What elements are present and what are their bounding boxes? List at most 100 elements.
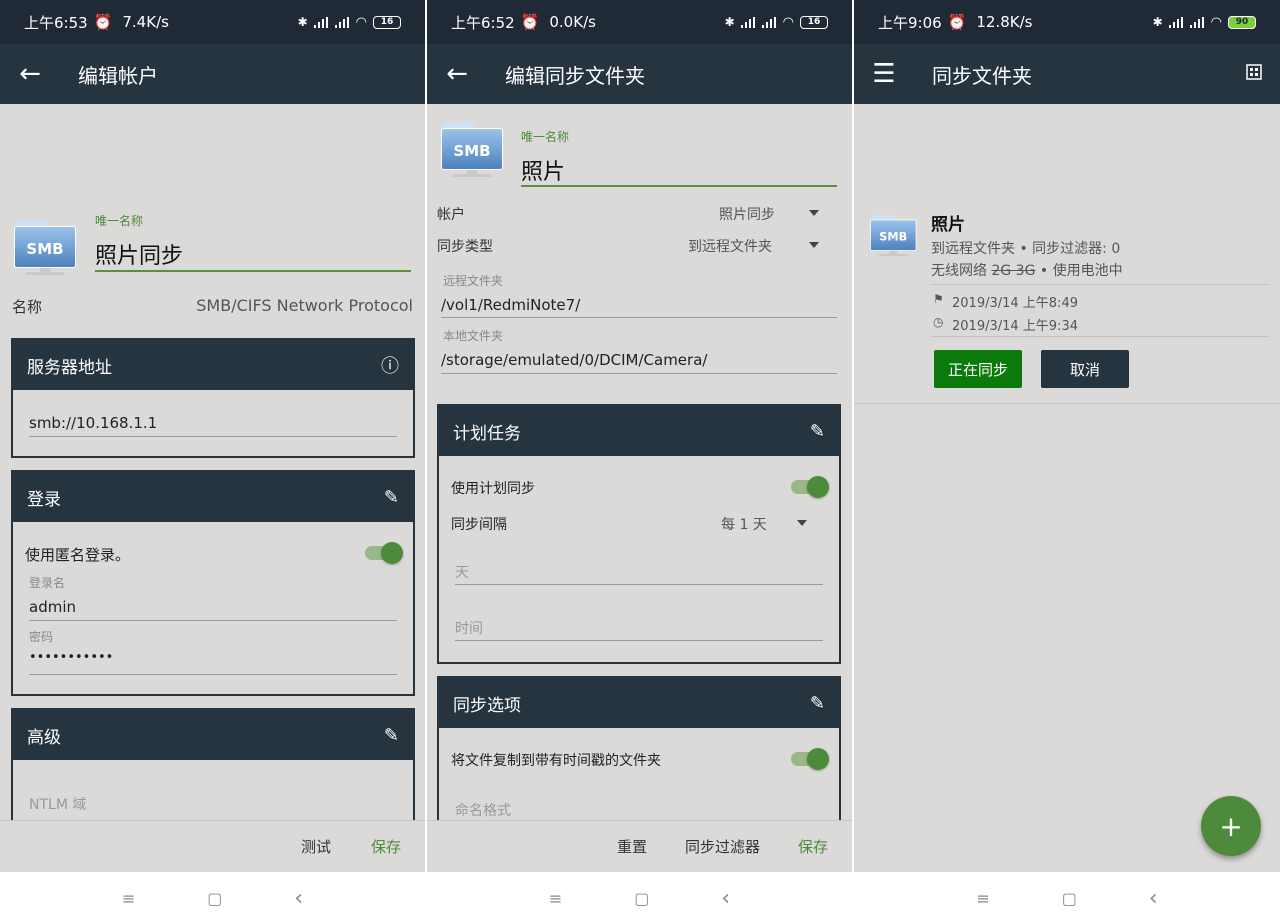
home-nav-icon[interactable]: ▢	[1062, 889, 1077, 908]
dropdown-arrow-icon[interactable]	[797, 520, 807, 526]
syncing-button[interactable]: 正在同步	[934, 350, 1022, 388]
save-button[interactable]: 保存	[798, 836, 828, 857]
signal-icon	[1168, 16, 1184, 28]
signal-icon-2	[1189, 16, 1205, 28]
network-speed: 7.4K/s	[122, 13, 169, 31]
signal-icon-2	[761, 16, 777, 28]
interval-dropdown[interactable]: 每 1 天	[721, 514, 767, 534]
back-nav-icon[interactable]: ‹	[294, 886, 303, 911]
page-title: 编辑帐户	[78, 63, 158, 88]
edit-pencil-icon[interactable]: ✎	[810, 421, 825, 442]
edit-pencil-icon[interactable]: ✎	[810, 693, 825, 714]
hamburger-menu-icon[interactable]: ☰	[854, 44, 914, 104]
home-nav-icon[interactable]: ▢	[634, 889, 649, 908]
save-button[interactable]: 保存	[371, 836, 401, 857]
smb-folder-icon: SMB	[441, 118, 503, 178]
dropdown-arrow-icon[interactable]	[809, 242, 819, 248]
back-nav-icon[interactable]: ‹	[1149, 886, 1158, 911]
alarm-icon: ⏰	[93, 13, 113, 31]
timestamp-folder-toggle[interactable]	[791, 748, 829, 770]
status-time: 上午6:52	[451, 13, 515, 32]
account-dropdown[interactable]: 照片同步	[719, 204, 775, 224]
menu-nav-icon[interactable]: ≡	[122, 889, 135, 908]
use-schedule-toggle[interactable]	[791, 476, 829, 498]
system-nav-bar: ≡ ▢ ‹	[0, 872, 425, 924]
back-arrow-icon[interactable]: ←	[0, 44, 60, 104]
app-toolbar: ☰ 同步文件夹	[854, 44, 1280, 104]
sync-folder-conditions: 无线网络 2G 3G • 使用电池中	[931, 263, 1123, 279]
battery-icon: 16	[800, 15, 828, 29]
bluetooth-icon: ✱	[297, 15, 308, 29]
timestamp-folder-label: 将文件复制到带有时间戳的文件夹	[451, 753, 661, 769]
status-bar: 上午6:53 ⏰ 7.4K/s ✱ ◠ 16	[0, 0, 425, 44]
page-title: 同步文件夹	[932, 63, 1032, 88]
menu-nav-icon[interactable]: ≡	[549, 889, 562, 908]
status-time: 上午9:06	[878, 13, 942, 32]
add-folder-fab[interactable]: +	[1201, 796, 1261, 856]
password-hint: 密码	[29, 630, 54, 644]
edit-sync-folder-screen: 上午6:52 ⏰ 0.0K/s ✱ ◠ 16 ← 编辑同步文件夹 SMB 唯一名…	[427, 0, 852, 924]
password-input[interactable]: •••••••••••	[29, 650, 113, 665]
account-label: 帐户	[437, 207, 465, 223]
edit-pencil-icon[interactable]: ✎	[384, 725, 399, 746]
local-folder-input[interactable]: /storage/emulated/0/DCIM/Camera/	[441, 351, 707, 369]
clock-icon: ◷	[933, 315, 944, 329]
unique-name-input[interactable]: 照片同步	[95, 238, 183, 270]
anonymous-login-label: 使用匿名登录。	[25, 546, 131, 564]
edit-pencil-icon[interactable]: ✎	[384, 487, 399, 508]
edit-account-content: SMB 唯一名称 照片同步 名称 SMB/CIFS Network Protoc…	[0, 104, 425, 820]
local-folder-underline	[441, 373, 837, 374]
dropdown-arrow-icon[interactable]	[809, 210, 819, 216]
naming-format-input[interactable]: 命名格式	[455, 800, 511, 820]
action-bar: 重置 同步过滤器 保存	[427, 820, 852, 872]
back-nav-icon[interactable]: ‹	[721, 886, 730, 911]
bluetooth-icon: ✱	[1152, 15, 1163, 29]
schedule-title: 计划任务	[453, 423, 521, 444]
help-icon[interactable]: ⓘ	[381, 352, 399, 378]
wifi-icon: ◠	[1210, 14, 1222, 30]
day-underline	[455, 584, 823, 585]
grid-view-icon[interactable]	[1246, 64, 1262, 84]
unique-name-underline	[521, 185, 837, 187]
item-divider-2	[931, 336, 1269, 337]
test-button[interactable]: 测试	[301, 836, 331, 857]
unique-name-input[interactable]: 照片	[521, 154, 565, 186]
username-input[interactable]: admin	[29, 598, 76, 616]
next-sync-time: 2019/3/14 上午9:34	[952, 319, 1078, 334]
name-label: 名称	[12, 298, 43, 316]
advanced-card: 高级 ✎ NTLM 域	[11, 708, 415, 820]
battery-icon: 16	[373, 15, 401, 29]
item-divider	[931, 284, 1269, 285]
sync-folder-summary: 到远程文件夹 • 同步过滤器: 0	[931, 241, 1121, 257]
home-nav-icon[interactable]: ▢	[207, 889, 222, 908]
server-address-card: 服务器地址 ⓘ smb://10.168.1.1	[11, 338, 415, 458]
edit-account-screen: 上午6:53 ⏰ 7.4K/s ✱ ◠ 16 ← 编辑帐户 SMB 唯一名称 照…	[0, 0, 425, 924]
server-address-title: 服务器地址	[27, 357, 112, 378]
cancel-button[interactable]: 取消	[1041, 350, 1129, 388]
day-input[interactable]: 天	[455, 562, 469, 582]
server-address-input[interactable]: smb://10.168.1.1	[29, 414, 157, 432]
signal-icon	[740, 16, 756, 28]
reset-button[interactable]: 重置	[617, 836, 647, 857]
app-toolbar: ← 编辑同步文件夹	[427, 44, 852, 104]
interval-label: 同步间隔	[451, 517, 507, 533]
server-address-underline	[29, 436, 397, 437]
sync-folder-item[interactable]: SMB 照片 到远程文件夹 • 同步过滤器: 0 无线网络 2G 3G • 使用…	[854, 200, 1280, 404]
app-toolbar: ← 编辑帐户	[0, 44, 425, 104]
remote-folder-input[interactable]: /vol1/RedmiNote7/	[441, 296, 580, 314]
bluetooth-icon: ✱	[724, 15, 735, 29]
time-input[interactable]: 时间	[455, 618, 483, 638]
ntlm-domain-input[interactable]: NTLM 域	[29, 794, 86, 814]
status-bar: 上午6:52 ⏰ 0.0K/s ✱ ◠ 16	[427, 0, 852, 44]
sync-filters-button[interactable]: 同步过滤器	[685, 836, 760, 857]
anonymous-login-toggle[interactable]	[365, 542, 403, 564]
back-arrow-icon[interactable]: ←	[427, 44, 487, 104]
menu-nav-icon[interactable]: ≡	[976, 889, 989, 908]
sync-type-dropdown[interactable]: 到远程文件夹	[688, 236, 772, 256]
login-card: 登录 ✎ 使用匿名登录。 登录名 admin 密码 •••••••••••	[11, 470, 415, 696]
sync-options-card: 同步选项 ✎ 将文件复制到带有时间戳的文件夹 命名格式	[437, 676, 841, 820]
remote-folder-hint: 远程文件夹	[443, 274, 504, 288]
username-hint: 登录名	[29, 576, 66, 590]
system-nav-bar: ≡ ▢ ‹	[854, 872, 1280, 924]
last-sync-time: 2019/3/14 上午8:49	[952, 296, 1078, 311]
